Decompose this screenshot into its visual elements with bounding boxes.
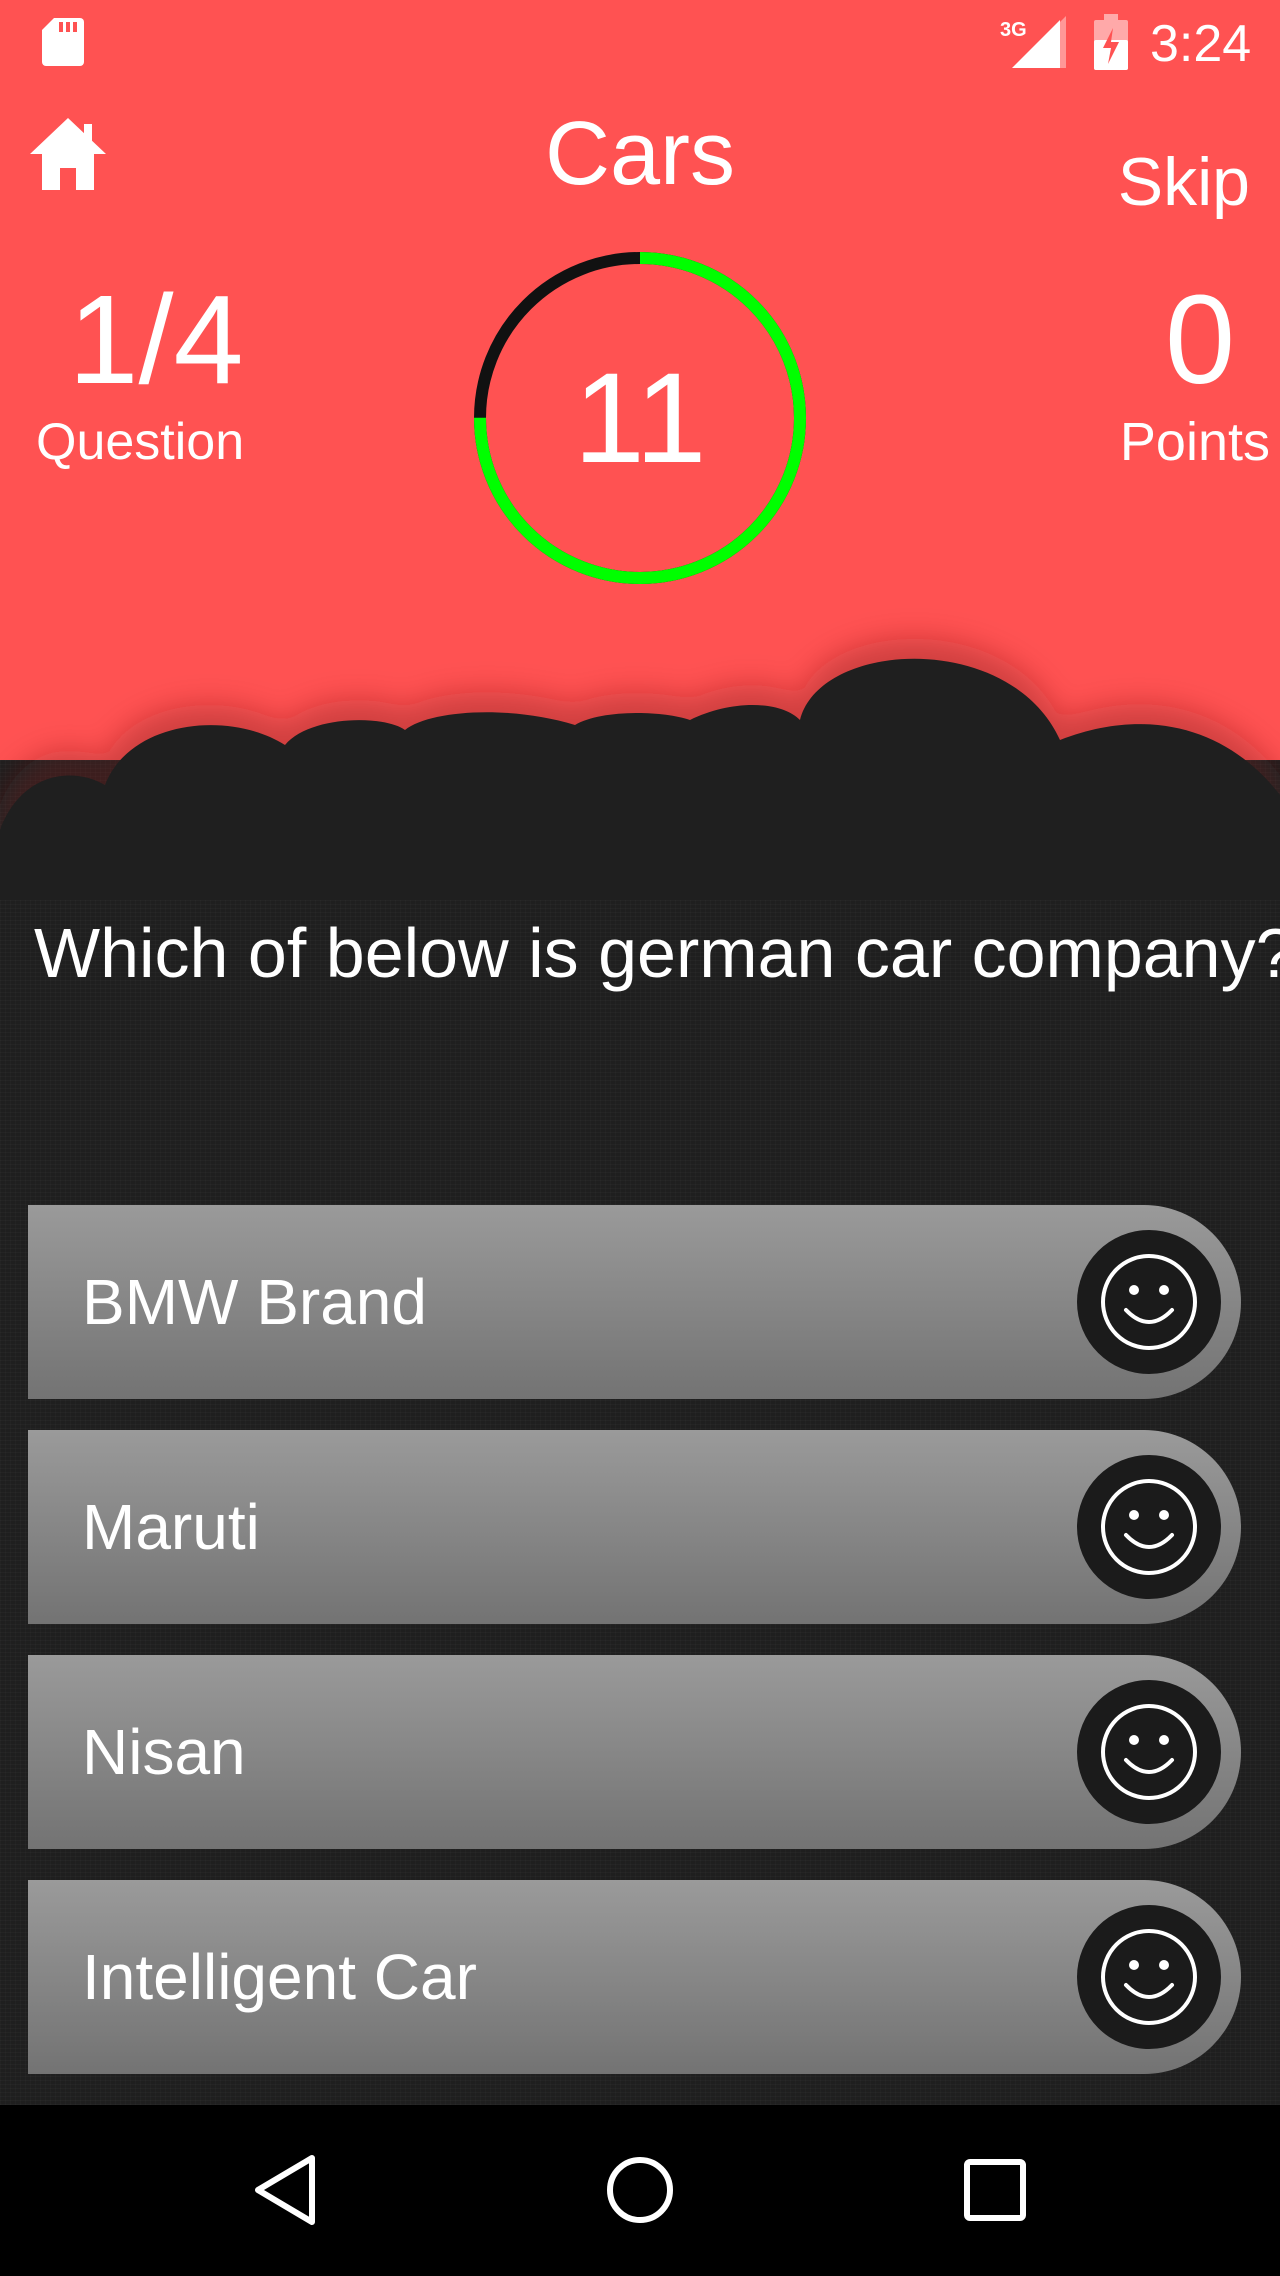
smiley-icon (1101, 1929, 1197, 2025)
back-icon[interactable] (246, 2150, 326, 2230)
cloud-divider (0, 638, 1280, 900)
recents-icon[interactable] (955, 2150, 1035, 2230)
answer-label: Maruti (82, 1491, 260, 1563)
battery-charging-icon (1094, 14, 1128, 70)
question-counter: 1/4 (68, 269, 244, 410)
answer-label: Intelligent Car (82, 1941, 477, 2013)
smiley-icon (1101, 1479, 1197, 1575)
answer-option[interactable]: Intelligent Car (28, 1880, 1241, 2074)
network-type-label: 3G (1000, 19, 1027, 41)
home-icon[interactable] (28, 114, 108, 194)
timer-value: 11 (573, 346, 707, 490)
answer-icon-badge (1077, 1230, 1221, 1374)
answer-icon-badge (1077, 1455, 1221, 1599)
answer-option[interactable]: BMW Brand (28, 1205, 1241, 1399)
quiz-screen: 3G 3:24 Cars Skip 1/4 Question 0 Points … (0, 0, 1280, 2276)
question-label: Question (36, 413, 245, 471)
answer-icon-badge (1077, 1905, 1221, 2049)
answer-option[interactable]: Maruti (28, 1430, 1241, 1624)
skip-button[interactable]: Skip (1090, 140, 1250, 224)
answer-label: Nisan (82, 1716, 246, 1788)
navigation-bar (0, 2105, 1280, 2276)
category-title: Cars (544, 104, 736, 204)
status-bar: 3G 3:24 (0, 0, 1280, 88)
points-label: Points (1119, 412, 1270, 472)
smiley-icon (1101, 1254, 1197, 1350)
signal-icon: 3G (1000, 16, 1066, 68)
answer-option[interactable]: Nisan (28, 1655, 1241, 1849)
status-time: 3:24 (1150, 15, 1252, 73)
answer-icon-badge (1077, 1680, 1221, 1824)
points-value: 0 (1164, 269, 1236, 410)
answer-label: BMW Brand (82, 1266, 427, 1338)
question-text: Which of below is german car company? (34, 914, 1280, 992)
sd-card-icon (42, 18, 84, 66)
smiley-icon (1101, 1704, 1197, 1800)
home-circle-icon[interactable] (600, 2150, 680, 2230)
